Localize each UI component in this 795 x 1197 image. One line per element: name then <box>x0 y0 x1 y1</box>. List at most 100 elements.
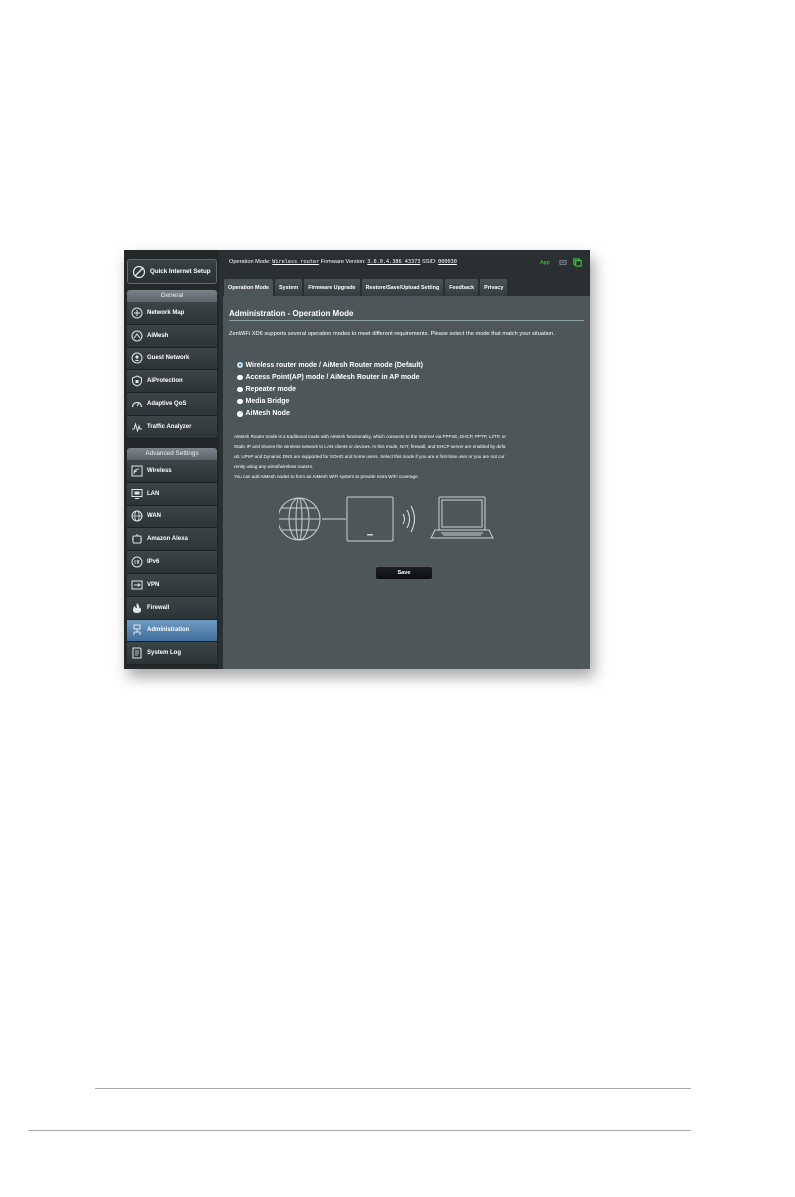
mode-option-media-bridge[interactable]: Media Bridge <box>237 396 423 408</box>
mode-option-access-point-ap-mode-aimesh-router-in-ap[interactable]: Access Point(AP) mode / AiMesh Router in… <box>237 371 423 383</box>
sidebar-item-aimesh[interactable]: AiMesh <box>127 324 217 348</box>
operation-mode-options: Wireless router mode / AiMesh Router mod… <box>237 359 423 420</box>
advanced-nav: Wireless LAN WAN Amazon Alexa IPv6 VPN Firewal… <box>127 460 217 666</box>
system-log-icon <box>132 647 142 659</box>
sidebar-item-wireless[interactable]: Wireless <box>127 460 217 483</box>
sidebar-item-label: WAN <box>147 513 161 520</box>
tab-firmware-upgrade[interactable]: Firmware Upgrade <box>304 279 360 296</box>
sidebar-item-administration[interactable]: Administration <box>127 619 217 643</box>
router-admin-screenshot: Quick Internet Setup General Network Map… <box>124 250 590 669</box>
tab-feedback[interactable]: Feedback <box>445 279 479 296</box>
tab-system[interactable]: System <box>275 279 303 296</box>
mode-radio[interactable] <box>237 362 243 368</box>
copy-icon[interactable] <box>573 258 582 267</box>
alexa-icon <box>132 534 142 544</box>
sidebar-item-label: Administration <box>147 627 190 634</box>
main-panel: Administration - Operation Mode ZenWiFi … <box>223 296 590 669</box>
mode-option-aimesh-node[interactable]: AiMesh Node <box>237 408 423 420</box>
firmware-version-link[interactable]: 3.0.0.4.386_43373 <box>367 259 420 265</box>
sidebar-item-traffic-analyzer[interactable]: Traffic Analyzer <box>127 415 217 439</box>
mode-radio[interactable] <box>237 411 243 417</box>
mode-option-label: Wireless router mode / AiMesh Router mod… <box>245 361 423 369</box>
sidebar-item-system-log[interactable]: System Log <box>127 642 217 666</box>
sidebar-item-firewall[interactable]: Firewall <box>127 596 217 620</box>
globe-icon <box>279 497 321 541</box>
general-heading: General <box>127 290 217 302</box>
operation-mode-link[interactable]: Wireless router <box>272 259 319 265</box>
mode-option-label: Access Point(AP) mode / AiMesh Router in… <box>245 373 420 381</box>
sidebar-item-label: AiMesh <box>147 332 169 339</box>
wand-icon <box>132 265 146 278</box>
shield-icon <box>132 375 142 387</box>
aimesh-icon <box>131 330 143 342</box>
firewall-icon <box>133 602 141 613</box>
globe-icon <box>131 510 143 522</box>
wifi-icon <box>131 465 143 477</box>
description-line: AiMesh Router mode is a traditional mode… <box>234 434 506 439</box>
sidebar-item-label: Network Map <box>147 309 185 316</box>
sidebar: Quick Internet Setup General Network Map… <box>124 250 219 669</box>
wifi-signal-icon <box>402 505 415 533</box>
footer-rule-bottom <box>28 1130 691 1131</box>
sidebar-item-label: Amazon Alexa <box>147 536 188 543</box>
network-map-icon <box>131 307 143 319</box>
vpn-icon <box>131 580 143 590</box>
description-line: Static IP and shares the wireless networ… <box>234 444 506 449</box>
sidebar-item-label: System Log <box>147 650 182 657</box>
mode-option-label: Repeater mode <box>245 385 297 393</box>
sidebar-item-label: LAN <box>147 490 160 497</box>
tab-operation-mode[interactable]: Operation Mode <box>224 279 274 296</box>
sidebar-item-adaptive-qos[interactable]: Adaptive QoS <box>127 393 217 416</box>
lan-icon <box>131 488 143 499</box>
sidebar-item-wan[interactable]: WAN <box>127 505 217 529</box>
aimesh-router-illustration <box>279 496 494 542</box>
general-nav: Network Map AiMesh Guest Network AiProtecti… <box>127 302 217 439</box>
sidebar-item-label: Wireless <box>147 467 172 474</box>
sidebar-item-label: VPN <box>147 581 160 588</box>
sidebar-item-label: AiProtection <box>147 378 183 385</box>
sidebar-item-label: IPv6 <box>147 559 160 566</box>
tab-bar: Operation Mode System Firmware Upgrade Rest… <box>224 279 508 296</box>
traffic-analyzer-icon <box>132 422 142 433</box>
mode-option-wireless-router-mode-aimesh-router-mode-[interactable]: Wireless router mode / AiMesh Router mod… <box>237 359 423 371</box>
ssid-link[interactable]: 000030 <box>438 259 457 265</box>
quick-internet-setup-label: Quick Internet Setup <box>150 268 211 275</box>
usb-icon[interactable] <box>559 258 568 267</box>
save-button[interactable]: Save <box>375 566 433 580</box>
sidebar-item-label: Guest Network <box>147 355 190 362</box>
footer-rule-top <box>95 1088 691 1089</box>
firmware-label: Firmware Version: <box>320 259 366 265</box>
sidebar-item-label: Firewall <box>147 604 170 611</box>
app-link[interactable]: App <box>540 260 550 266</box>
speedometer-icon <box>131 401 143 408</box>
mode-radio[interactable] <box>237 398 243 405</box>
sidebar-item-label: Adaptive QoS <box>147 401 187 408</box>
sidebar-item-amazon-alexa[interactable]: Amazon Alexa <box>127 528 217 552</box>
operation-mode-label: Operation Mode: <box>229 259 271 265</box>
mode-description: AiMesh Router mode is a traditional mode… <box>234 432 586 482</box>
guest-network-icon <box>131 352 143 364</box>
tab-privacy[interactable]: Privacy <box>480 279 508 296</box>
sidebar-item-label: Traffic Analyzer <box>147 423 192 430</box>
sidebar-item-ipv6[interactable]: IPv6 <box>127 551 217 574</box>
sidebar-item-guest-network[interactable]: Guest Network <box>127 347 217 371</box>
description-line: rently using any wired/wireless routers. <box>234 464 314 469</box>
ipv6-icon <box>131 556 143 568</box>
sidebar-item-lan[interactable]: LAN <box>127 482 217 506</box>
ssid-label: SSID: <box>421 259 437 265</box>
quick-internet-setup-button[interactable]: Quick Internet Setup <box>127 259 217 284</box>
sidebar-item-network-map[interactable]: Network Map <box>127 302 217 325</box>
mode-option-repeater-mode[interactable]: Repeater mode <box>237 383 423 395</box>
intro-text: ZenWiFi XD6 supports several operation m… <box>229 331 555 337</box>
mode-option-label: AiMesh Node <box>245 410 290 418</box>
mode-radio[interactable] <box>237 386 243 393</box>
description-line: ult. UPnP and Dynamic DNS are supported … <box>234 454 505 459</box>
advanced-settings-heading: Advanced Settings <box>127 448 217 460</box>
laptop-icon <box>430 496 494 539</box>
mode-radio[interactable] <box>237 374 243 381</box>
status-line: Operation Mode: Wireless router Firmware… <box>229 259 457 265</box>
tab-restore-save-upload-setting[interactable]: Restore/Save/Upload Setting <box>361 279 444 296</box>
router-icon <box>346 496 394 542</box>
sidebar-item-vpn[interactable]: VPN <box>127 573 217 597</box>
sidebar-item-aiprotection[interactable]: AiProtection <box>127 370 217 394</box>
